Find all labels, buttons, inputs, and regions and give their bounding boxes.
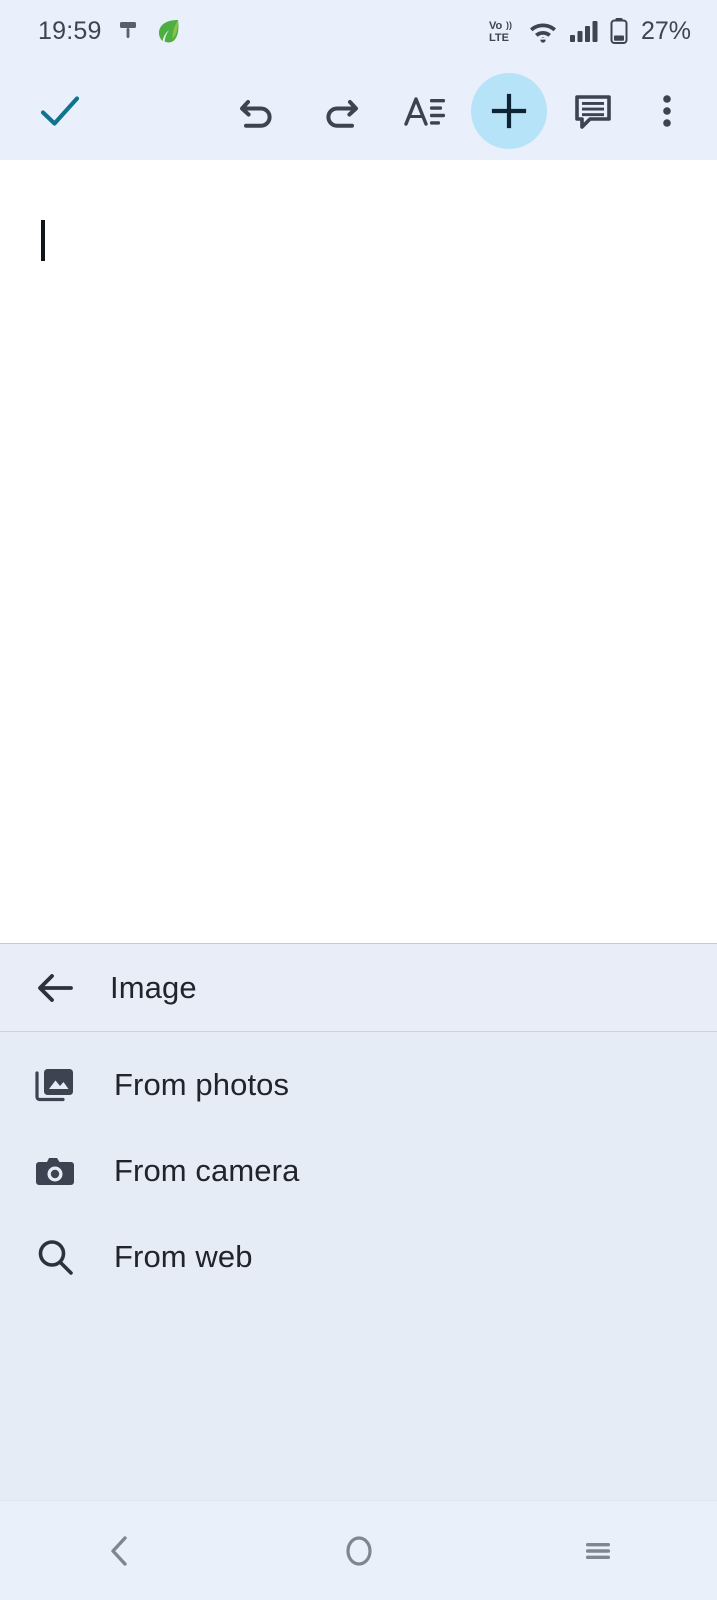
system-navigation-bar [0, 1500, 717, 1600]
battery-percent-label: 27% [640, 16, 691, 45]
phone-screen: 19:59 Vo )) LTE 27% Image From photos Fr… [0, 0, 717, 1600]
redo-button[interactable] [303, 73, 379, 149]
sheet-item-from-web[interactable]: From web [0, 1214, 717, 1300]
sheet-item-label: From photos [114, 1067, 290, 1102]
text-cursor [41, 220, 45, 261]
svg-text:LTE: LTE [489, 32, 509, 44]
pin-icon [118, 19, 138, 43]
sheet-title: Image [110, 969, 197, 1005]
nav-recents-button[interactable] [538, 1501, 658, 1600]
status-bar-right: Vo )) LTE 27% [489, 17, 691, 46]
editor-toolbar [0, 62, 717, 160]
signal-bars-icon [569, 18, 599, 44]
sheet-item-list: From photos From camera From web [0, 1032, 717, 1300]
status-bar-left: 19:59 [38, 17, 182, 46]
nav-back-button[interactable] [60, 1501, 180, 1600]
done-check-button[interactable] [32, 83, 88, 139]
more-options-button[interactable] [639, 73, 695, 149]
undo-button[interactable] [219, 73, 295, 149]
status-bar-clock: 19:59 [38, 16, 102, 45]
sheet-filler [0, 1300, 717, 1500]
search-icon [28, 1230, 82, 1284]
volte-icon: Vo )) LTE [489, 17, 517, 45]
insert-button[interactable] [471, 73, 547, 149]
camera-icon [28, 1144, 82, 1198]
sheet-item-label: From camera [114, 1153, 300, 1188]
wifi-icon [528, 18, 558, 44]
photo-library-icon [28, 1058, 82, 1112]
leaf-icon [154, 17, 182, 45]
nav-home-button[interactable] [299, 1501, 419, 1600]
back-arrow-icon[interactable] [30, 963, 80, 1013]
status-bar: 19:59 Vo )) LTE 27% [0, 0, 717, 62]
battery-icon [610, 17, 628, 45]
insert-image-sheet: Image From photos From camera From web [0, 943, 717, 1500]
sheet-item-from-camera[interactable]: From camera [0, 1128, 717, 1214]
document-canvas[interactable] [0, 160, 717, 943]
sheet-header: Image [0, 944, 717, 1032]
toolbar-actions [219, 73, 695, 149]
format-text-button[interactable] [387, 73, 463, 149]
sheet-item-from-photos[interactable]: From photos [0, 1042, 717, 1128]
svg-text:)): )) [506, 20, 512, 30]
comment-button[interactable] [555, 73, 631, 149]
sheet-item-label: From web [114, 1239, 253, 1274]
svg-text:Vo: Vo [489, 20, 503, 32]
